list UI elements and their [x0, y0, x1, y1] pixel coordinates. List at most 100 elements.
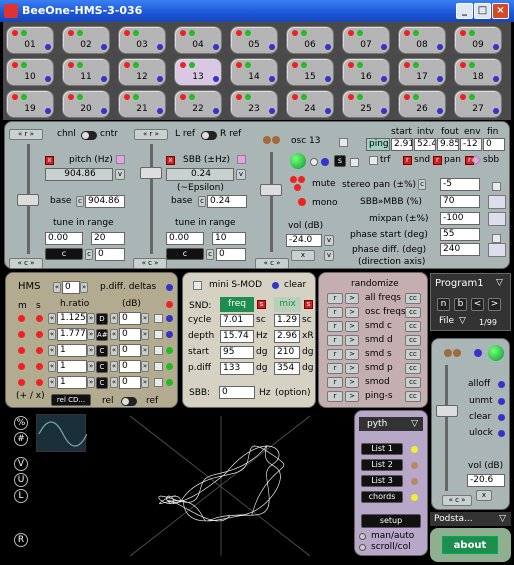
list3-button[interactable]: List 3 [361, 475, 403, 487]
hms-ratio-field[interactable]: 1.777 [57, 328, 87, 341]
randomize-cc-button[interactable]: cc [405, 391, 421, 402]
v-icon[interactable]: V [14, 457, 28, 471]
oscillator-08[interactable]: 08 [398, 26, 446, 54]
oscillator-03[interactable]: 03 [118, 26, 166, 54]
pdiff-left[interactable]: « [53, 282, 61, 293]
pitch-c-small[interactable]: c [85, 249, 93, 260]
hms-row-check[interactable] [154, 346, 163, 355]
maximize-button[interactable]: □ [474, 3, 491, 19]
oscillator-01[interactable]: 01 [6, 26, 54, 54]
randomize-rr-button[interactable]: r [327, 363, 343, 374]
sbb-color-button[interactable] [237, 155, 246, 164]
pdiff-field[interactable]: 0 [62, 281, 80, 294]
oscillator-26[interactable]: 26 [398, 90, 446, 118]
master-c-nav[interactable]: « c » [442, 495, 472, 506]
hms-solo-dot[interactable] [36, 315, 43, 322]
randomize-rr-button[interactable]: r [327, 307, 343, 318]
range-hi-field[interactable]: 20 [91, 232, 125, 245]
sbb-c-small[interactable]: c [206, 249, 214, 260]
hms-db-right[interactable]: » [141, 377, 149, 388]
snd-flag[interactable]: r [403, 156, 412, 165]
oscillator-16[interactable]: 16 [342, 58, 390, 86]
clear-indicator[interactable] [272, 282, 279, 289]
oscillator-25[interactable]: 25 [342, 90, 390, 118]
hms-db-right[interactable]: » [141, 345, 149, 356]
osc-on-indicator[interactable] [290, 153, 306, 169]
hms-ratio-left[interactable]: « [48, 329, 56, 340]
randomize-cc-button[interactable]: cc [405, 307, 421, 318]
rel-ref-toggle[interactable] [121, 397, 137, 406]
vol-field[interactable]: -24.0 [286, 234, 322, 247]
hms-db-left[interactable]: « [110, 377, 118, 388]
hms-ratio-field[interactable]: 1 [57, 376, 87, 389]
hms-ratio-left[interactable]: « [48, 377, 56, 388]
randomize-arrow-button[interactable]: > [345, 377, 359, 388]
sbb-field[interactable]: 0 [219, 386, 255, 399]
oscillator-14[interactable]: 14 [230, 58, 278, 86]
hms-ratio-left[interactable]: « [48, 313, 56, 324]
hms-row-indicator[interactable] [166, 363, 173, 370]
osc-blue-indicator[interactable] [321, 158, 329, 166]
env-fout-field[interactable]: 9.85 [437, 138, 459, 151]
base-sbb-field[interactable]: 0.24 [207, 195, 247, 208]
randomize-cc-button[interactable]: cc [405, 377, 421, 388]
ulock-button[interactable] [498, 430, 505, 437]
stereo-pan-check[interactable] [492, 182, 501, 191]
phase-diff-field[interactable]: 240 [440, 243, 480, 256]
hms-row-check[interactable] [154, 378, 163, 387]
vol-slider-knob[interactable] [260, 184, 282, 196]
mix-button[interactable]: mix [274, 297, 301, 312]
hms-mute-dot[interactable] [18, 379, 25, 386]
hms-solo-dot[interactable] [36, 331, 43, 338]
smod-check[interactable] [193, 281, 202, 290]
hms-mute-dot[interactable] [18, 363, 25, 370]
vol-slider-track[interactable] [270, 152, 273, 252]
pitch-v-button[interactable]: v [115, 169, 125, 180]
hms-row-indicator[interactable] [166, 315, 173, 322]
master-on-indicator[interactable] [488, 345, 504, 361]
sbb-mbb-field[interactable]: 70 [440, 195, 480, 208]
clear-master-button[interactable] [498, 414, 505, 421]
randomize-arrow-button[interactable]: > [345, 391, 359, 402]
randomize-arrow-button[interactable]: > [345, 293, 359, 304]
sbb-range-lo-field[interactable]: 0.00 [166, 232, 204, 245]
sbb-x-button[interactable]: x [166, 156, 175, 165]
minimize-button[interactable]: _ [456, 3, 473, 19]
pitch-zero-field[interactable]: 0 [95, 248, 125, 261]
program-next-button[interactable]: > [488, 298, 501, 311]
smod-mix-field[interactable]: 2.96 [274, 330, 300, 343]
osc-check[interactable] [339, 138, 348, 147]
hms-row-indicator[interactable] [166, 379, 173, 386]
oscillator-02[interactable]: 02 [62, 26, 110, 54]
file-dropdown-icon[interactable]: ▽ [459, 316, 466, 326]
hms-ratio-right[interactable]: » [87, 361, 95, 372]
hms-solo-dot[interactable] [36, 379, 43, 386]
hms-db-field[interactable]: 0 [119, 312, 141, 325]
hms-note-button[interactable]: C [96, 377, 108, 389]
hms-db-field[interactable]: 0 [119, 360, 141, 373]
percent-icon[interactable]: % [14, 416, 28, 430]
hms-mute-dot[interactable] [18, 331, 25, 338]
hms-note-button[interactable]: D [96, 313, 108, 325]
hms-db-field[interactable]: 0 [119, 376, 141, 389]
chnl-toggle[interactable] [81, 131, 97, 140]
randomize-arrow-button[interactable]: > [345, 335, 359, 346]
chords-indicator[interactable] [411, 494, 418, 501]
hms-ratio-right[interactable]: » [87, 313, 95, 324]
vol-v-button-2[interactable]: v [324, 250, 334, 261]
file-menu[interactable]: File [439, 316, 454, 326]
osc-check-2[interactable] [350, 158, 359, 167]
mix-flag[interactable]: s [304, 300, 313, 309]
mixpan-field[interactable]: -100 [440, 212, 480, 225]
oscillator-13[interactable]: 13 [174, 58, 222, 86]
chords-button[interactable]: chords [361, 491, 403, 503]
oscillator-10[interactable]: 10 [6, 58, 54, 86]
solo-button[interactable]: s [334, 155, 346, 167]
stereo-pan-c[interactable]: c [418, 179, 426, 190]
hms-solo-dot[interactable] [36, 347, 43, 354]
randomize-rr-button[interactable]: r [327, 349, 343, 360]
randomize-arrow-button[interactable]: > [345, 307, 359, 318]
randomize-rr-button[interactable]: r [327, 293, 343, 304]
randomize-cc-button[interactable]: cc [405, 363, 421, 374]
hms-ratio-field[interactable]: 1 [57, 344, 87, 357]
